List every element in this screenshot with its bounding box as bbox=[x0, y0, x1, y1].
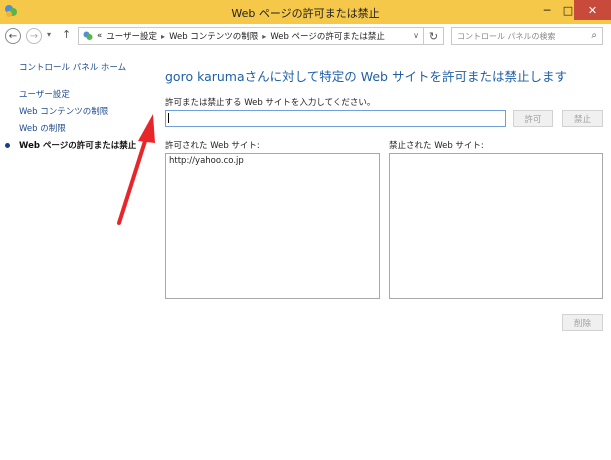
close-button[interactable]: ✕ bbox=[574, 0, 611, 20]
up-level-button[interactable]: ↑ bbox=[62, 28, 71, 41]
forward-button[interactable]: → bbox=[26, 28, 42, 44]
control-panel-icon bbox=[83, 31, 93, 40]
chevron-right-icon: ▸ bbox=[161, 31, 166, 41]
refresh-button[interactable]: ↻ bbox=[424, 27, 444, 45]
sidebar-item-web-content-restriction[interactable]: Web コンテンツの制限 bbox=[19, 105, 108, 117]
url-input-label: 許可または禁止する Web サイトを入力してください。 bbox=[165, 98, 376, 108]
sidebar: コントロール パネル ホーム ユーザー設定 Web コンテンツの制限 Web の… bbox=[0, 48, 150, 460]
blocked-sites-label: 禁止された Web サイト: bbox=[389, 141, 484, 151]
maximize-button[interactable]: □ bbox=[562, 0, 574, 20]
breadcrumb-web-content-restriction[interactable]: Web コンテンツの制限 bbox=[169, 30, 258, 42]
allow-button[interactable]: 許可 bbox=[513, 110, 553, 127]
allowed-sites-list[interactable]: http://yahoo.co.jp bbox=[165, 153, 380, 299]
sidebar-item-user-settings[interactable]: ユーザー設定 bbox=[19, 88, 70, 100]
minimize-button[interactable]: ─ bbox=[532, 0, 562, 20]
search-input[interactable]: コントロール パネルの検索 ⌕ bbox=[451, 27, 603, 45]
title-bar: Web ページの許可または禁止 ─ □ ✕ bbox=[0, 0, 611, 24]
arrow-right-icon: → bbox=[29, 30, 39, 42]
back-button[interactable]: ← bbox=[5, 28, 21, 44]
address-dropdown-icon[interactable]: ∨ bbox=[413, 31, 419, 40]
allowed-sites-label: 許可された Web サイト: bbox=[165, 141, 260, 151]
sidebar-item-allow-block-pages[interactable]: Web ページの許可または禁止 bbox=[19, 139, 136, 151]
breadcrumb-user-settings[interactable]: ユーザー設定 bbox=[106, 30, 157, 42]
arrow-left-icon: ← bbox=[8, 30, 18, 42]
search-placeholder: コントロール パネルの検索 bbox=[457, 32, 556, 41]
recent-locations-dropdown[interactable]: ▾ bbox=[47, 30, 51, 39]
block-button[interactable]: 禁止 bbox=[562, 110, 603, 127]
sidebar-control-panel-home[interactable]: コントロール パネル ホーム bbox=[19, 61, 126, 73]
page-title: goro karumaさんに対して特定の Web サイトを許可または禁止します bbox=[165, 69, 567, 84]
refresh-icon: ↻ bbox=[428, 29, 439, 43]
window-title: Web ページの許可または禁止 bbox=[231, 7, 380, 20]
sidebar-item-web-restriction[interactable]: Web の制限 bbox=[19, 122, 66, 134]
path-overflow-chevron[interactable]: « bbox=[97, 31, 102, 41]
list-item[interactable]: http://yahoo.co.jp bbox=[166, 154, 379, 168]
chevron-right-icon: ▸ bbox=[262, 31, 267, 41]
blocked-sites-list[interactable] bbox=[389, 153, 603, 299]
navigation-bar: ← → ▾ ↑ « ユーザー設定 ▸ Web コンテンツの制限 ▸ Web ペー… bbox=[0, 24, 611, 48]
active-item-bullet-icon bbox=[5, 143, 10, 148]
remove-button[interactable]: 削除 bbox=[562, 314, 603, 331]
search-icon[interactable]: ⌕ bbox=[591, 30, 597, 41]
breadcrumb-allow-block-pages[interactable]: Web ページの許可または禁止 bbox=[270, 30, 385, 42]
text-caret bbox=[168, 113, 169, 123]
website-url-input[interactable] bbox=[165, 110, 506, 127]
address-bar[interactable]: « ユーザー設定 ▸ Web コンテンツの制限 ▸ Web ページの許可または禁… bbox=[78, 27, 424, 45]
